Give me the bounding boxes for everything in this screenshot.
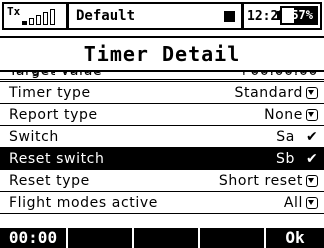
row-value-wrap: Sb ✔	[276, 151, 318, 167]
row-value-wrap: Short reset	[219, 173, 318, 189]
tx-label: Tx	[7, 4, 21, 18]
row-value: Sb	[275, 150, 295, 167]
row-label: Switch	[9, 128, 59, 145]
model-indicator-icon	[224, 10, 235, 22]
row-label: Flight modes active	[9, 194, 158, 211]
timer-value-key[interactable]: 00:00	[0, 228, 66, 248]
row-label: Reset type	[9, 172, 90, 189]
function-key-4[interactable]	[198, 228, 264, 248]
page-title: Timer Detail	[83, 42, 241, 66]
row-label: Target value	[9, 72, 102, 77]
list-item-flight-modes-active[interactable]: Flight modes active All	[0, 192, 324, 214]
row-value: Short reset	[218, 172, 303, 189]
dropdown-icon[interactable]	[306, 108, 318, 121]
tx-signal-indicator: Tx	[2, 2, 68, 30]
row-value: Standard	[234, 84, 303, 101]
dropdown-icon[interactable]	[306, 86, 318, 99]
function-key-3[interactable]	[132, 228, 198, 248]
battery-icon: 57%	[280, 6, 318, 25]
list-item-report-type[interactable]: Report type None	[0, 104, 324, 126]
status-bar: Tx Default 12:22:13 57%	[0, 0, 324, 34]
ok-label: Ok	[285, 228, 305, 247]
list-item-switch[interactable]: Switch Sa ✔	[0, 126, 324, 148]
settings-list[interactable]: Target value +00:00:00 Timer type Standa…	[0, 60, 324, 226]
dropdown-icon[interactable]	[306, 174, 318, 187]
model-name-box[interactable]: Default	[67, 2, 243, 30]
row-value: Sa	[276, 128, 295, 145]
list-item-reset-type[interactable]: Reset type Short reset	[0, 170, 324, 192]
clipped-row-peek: Target value +00:00:00	[0, 72, 324, 80]
checkmark-icon: ✔	[306, 150, 319, 167]
battery-percent: 57%	[291, 8, 313, 22]
row-label: Reset switch	[9, 150, 105, 167]
row-label: Timer type	[9, 84, 91, 101]
row-value: All	[283, 194, 303, 211]
row-value: +00:00:00	[238, 72, 318, 77]
row-label: Report type	[9, 106, 98, 123]
checkmark-icon: ✔	[306, 128, 319, 145]
list-item-reset-switch[interactable]: Reset switch Sb ✔	[0, 148, 324, 170]
row-value-wrap: Sa ✔	[276, 129, 318, 145]
signal-bars-icon	[22, 7, 56, 25]
model-name: Default	[76, 8, 136, 24]
row-value-wrap: All	[284, 195, 318, 211]
row-value: None	[264, 106, 303, 123]
list-item-timer-type[interactable]: Timer type Standard	[0, 82, 324, 104]
timer-detail-screen: Tx Default 12:22:13 57% Target value +	[0, 0, 324, 248]
list-item-target-value-peek: Target value +00:00:00	[0, 72, 324, 80]
row-value-wrap: Standard	[234, 84, 318, 101]
dropdown-icon[interactable]	[306, 196, 318, 209]
row-value-wrap: None	[264, 107, 318, 123]
function-key-bar: 00:00 Ok	[0, 228, 324, 248]
function-key-2[interactable]	[66, 228, 132, 248]
